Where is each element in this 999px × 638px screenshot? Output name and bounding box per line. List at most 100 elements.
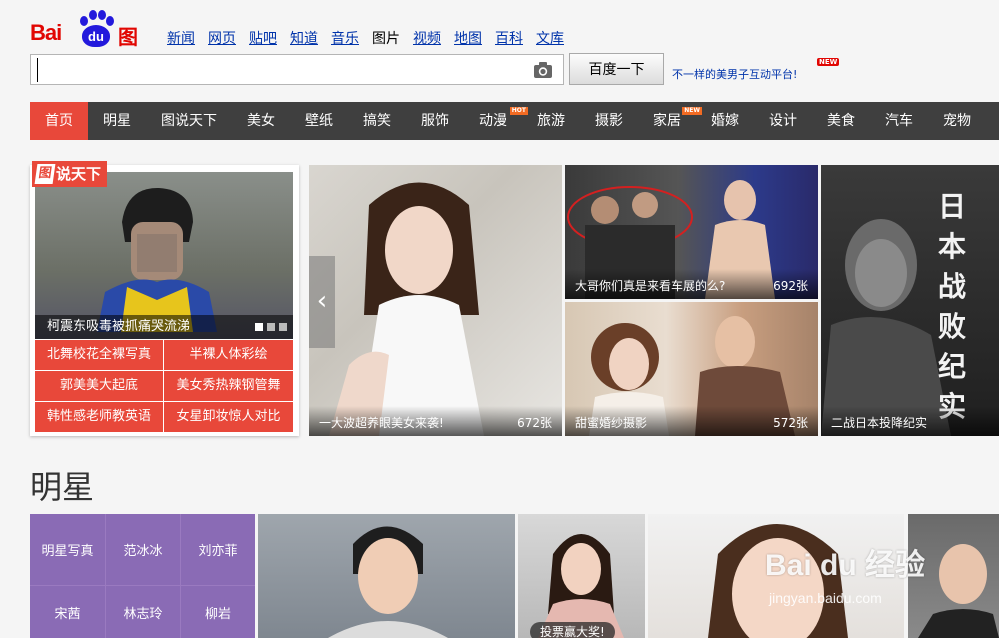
nav-tieba[interactable]: 贴吧: [249, 28, 277, 48]
category-bar: 首页 明星 图说天下 美女 壁纸 搞笑 服饰 动漫 HOT 旅游 摄影 家居 NEW…: [30, 102, 999, 140]
nav-video[interactable]: 视频: [413, 28, 441, 48]
cat-label: 摄影: [595, 113, 623, 129]
female-star-illustration: [538, 534, 624, 638]
carousel-prev-arrow[interactable]: ‹: [309, 256, 335, 348]
cat-label: 设计: [769, 113, 797, 129]
tile-count: 692张: [773, 279, 808, 293]
cat-clothing[interactable]: 服饰: [406, 102, 464, 140]
cat-pets[interactable]: 宠物: [928, 102, 986, 140]
star-photo-male[interactable]: [258, 514, 515, 638]
nav-map[interactable]: 地图: [454, 28, 482, 48]
feature-link[interactable]: 女星卸妆惊人对比: [164, 402, 293, 432]
cat-label: 搞笑: [363, 113, 391, 129]
promo-link[interactable]: 不一样的美男子互动平台! NEW: [672, 58, 840, 82]
cat-label: 首页: [45, 113, 73, 129]
nav-wenku[interactable]: 文库: [536, 28, 564, 48]
feature-link[interactable]: 美女秀热辣钢管舞: [164, 371, 293, 401]
star-link[interactable]: 范冰冰: [106, 514, 180, 585]
tile-beauty[interactable]: 一大波超养眼美女来袭! 672张: [309, 165, 562, 436]
tile-title: 甜蜜婚纱摄影: [575, 416, 648, 430]
cat-label: 壁纸: [305, 113, 333, 129]
cat-beauty[interactable]: 美女: [232, 102, 290, 140]
slide-dot[interactable]: [279, 323, 287, 331]
feature-caption[interactable]: 柯震东吸毒被抓痛哭流涕: [35, 315, 293, 339]
world-pictures-tag: 图 说天下: [32, 161, 108, 187]
cat-design[interactable]: 设计: [754, 102, 812, 140]
nav-web[interactable]: 网页: [208, 28, 236, 48]
promo-text: 不一样的美男子互动平台!: [672, 68, 798, 81]
cat-funny[interactable]: 搞笑: [348, 102, 406, 140]
tile-title: 大哥你们真是来看车展的么?: [575, 279, 726, 293]
person-silhouette: [97, 187, 217, 332]
feature-link[interactable]: 郭美美大起底: [35, 371, 163, 401]
tile-vertical-title: 日本战败纪实: [937, 190, 966, 423]
tile-caption: 一大波超养眼美女来袭! 672张: [309, 406, 562, 436]
cat-label: 婚嫁: [711, 113, 739, 129]
star-link[interactable]: 宋茜: [30, 586, 105, 638]
cat-wedding[interactable]: 婚嫁: [696, 102, 754, 140]
cat-cars[interactable]: 汽车: [870, 102, 928, 140]
feature-link[interactable]: 半裸人体彩绘: [164, 340, 293, 370]
cat-label: 图说天下: [161, 113, 217, 129]
tile-count: 672张: [517, 416, 552, 430]
product-nav: 新闻 网页 贴吧 知道 音乐 图片 视频 地图 百科 文库: [167, 28, 577, 48]
feature-link[interactable]: 北舞校花全裸写真: [35, 340, 163, 370]
tile-wedding-photo[interactable]: 甜蜜婚纱摄影 572张: [565, 302, 818, 436]
star-link[interactable]: 明星写真: [30, 514, 105, 585]
cat-label: 家居: [653, 113, 681, 129]
woman-illustration: [329, 182, 484, 436]
cat-world-pictures[interactable]: 图说天下: [146, 102, 232, 140]
feature-links: 北舞校花全裸写真 半裸人体彩绘 郭美美大起底 美女秀热辣钢管舞 韩性感老师教英语…: [35, 340, 293, 432]
cat-label: 汽车: [885, 113, 913, 129]
search-button[interactable]: 百度一下: [569, 53, 664, 85]
cat-label: 明星: [103, 113, 131, 129]
tile-car-show[interactable]: 大哥你们真是来看车展的么? 692张: [565, 165, 818, 299]
cat-food[interactable]: 美食: [812, 102, 870, 140]
cat-travel[interactable]: 旅游: [522, 102, 580, 140]
nav-images-current: 图片: [372, 31, 400, 47]
search-box: [30, 54, 564, 85]
old-man-illustration: [821, 219, 951, 436]
camera-icon[interactable]: [533, 61, 553, 79]
nav-zhidao[interactable]: 知道: [290, 28, 318, 48]
nav-music[interactable]: 音乐: [331, 28, 359, 48]
tile-ww2-history[interactable]: 日本战败纪实 二战日本投降纪实: [821, 165, 999, 436]
slide-dot[interactable]: [255, 323, 263, 331]
cat-label: 宠物: [943, 113, 971, 129]
cat-label: 美食: [827, 113, 855, 129]
tile-title: 一大波超养眼美女来袭!: [319, 416, 444, 430]
vote-badge[interactable]: 投票赢大奖!: [530, 622, 615, 638]
tile-caption: 大哥你们真是来看车展的么? 692张: [565, 269, 818, 299]
cat-label: 动漫: [479, 113, 507, 129]
tile-caption: 二战日本投降纪实: [821, 406, 999, 436]
cat-stars[interactable]: 明星: [88, 102, 146, 140]
cat-anime[interactable]: 动漫 HOT: [464, 102, 528, 140]
slide-dot[interactable]: [267, 323, 275, 331]
baidu-image-logo[interactable]: Bai du 图片: [30, 8, 150, 78]
cat-photography[interactable]: 摄影: [580, 102, 638, 140]
watermark-logo: Bai du 经验: [765, 549, 926, 582]
star-link[interactable]: 刘亦菲: [181, 514, 255, 585]
section-title-stars: 明星: [30, 468, 95, 506]
cat-home-decor[interactable]: 家居 NEW: [638, 102, 702, 140]
star-link[interactable]: 林志玲: [106, 586, 180, 638]
cat-home[interactable]: 首页: [30, 102, 88, 140]
star-link[interactable]: 柳岩: [181, 586, 255, 638]
feature-image[interactable]: [35, 172, 293, 339]
search-input[interactable]: [37, 58, 527, 82]
male-star-illustration: [328, 526, 448, 638]
cat-label: 美女: [247, 113, 275, 129]
new-badge: NEW: [817, 58, 840, 66]
cat-wallpaper[interactable]: 壁纸: [290, 102, 348, 140]
feature-link[interactable]: 韩性感老师教英语: [35, 402, 163, 432]
feature-caption-text: 柯震东吸毒被抓痛哭流涕: [47, 319, 191, 334]
tag-text: 说天下: [56, 165, 102, 183]
watermark-url: jingyan.baidu.com: [769, 590, 882, 606]
nav-news[interactable]: 新闻: [167, 28, 195, 48]
baidu-paw-icon: du: [76, 10, 116, 48]
logo-text-du: du: [82, 25, 110, 47]
nav-baike[interactable]: 百科: [495, 28, 523, 48]
baidu-jingyan-watermark: Bai du 经验 jingyan.baidu.com: [765, 540, 995, 630]
star-photo-female[interactable]: [518, 514, 645, 638]
cat-label: 旅游: [537, 113, 565, 129]
